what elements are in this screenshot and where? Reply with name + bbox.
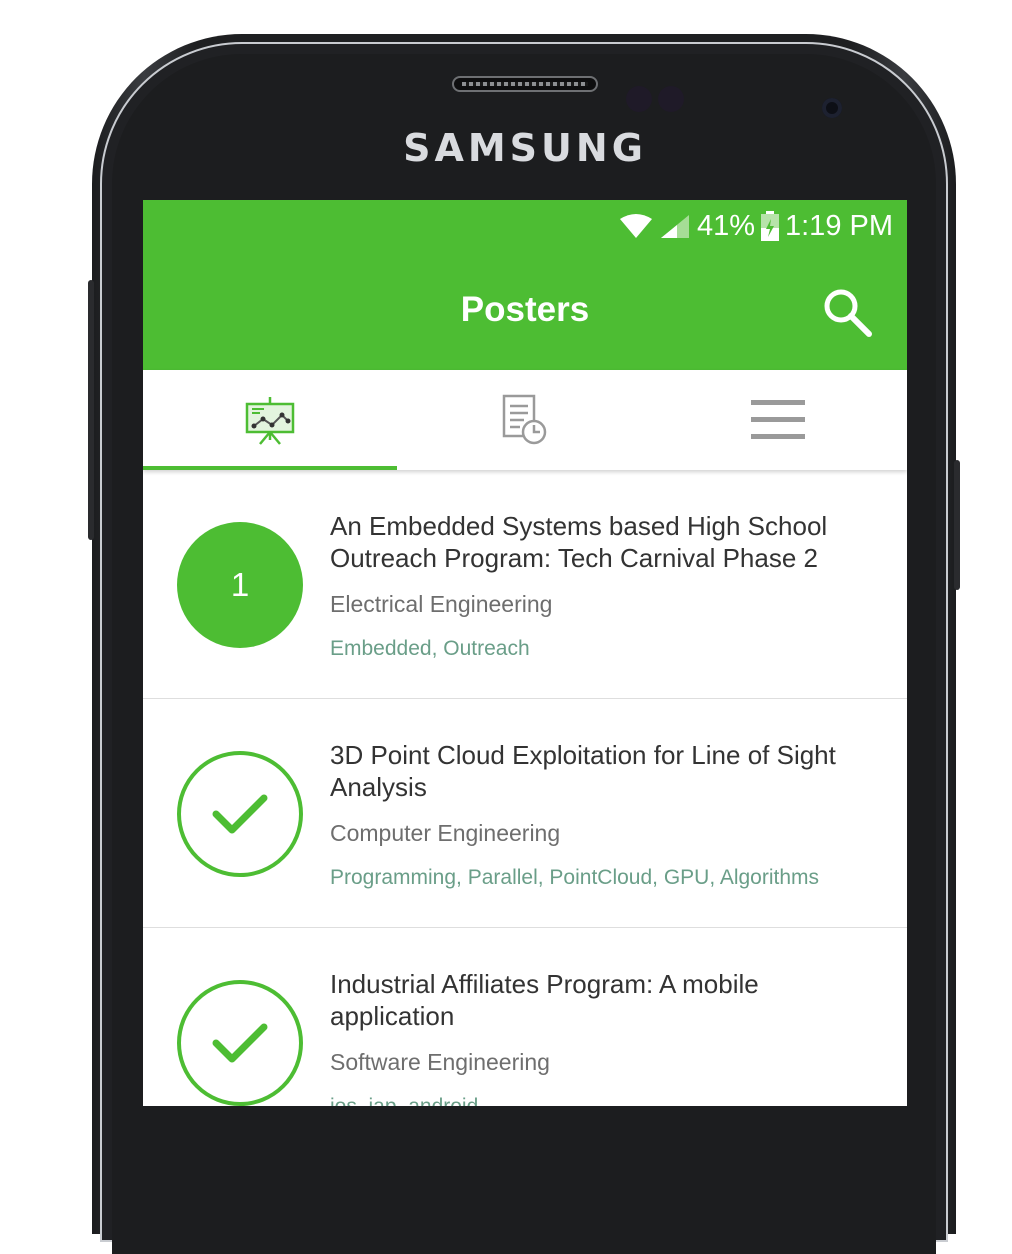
tab-bar [143, 370, 907, 470]
visited-badge [177, 980, 303, 1106]
presentation-board-icon [245, 397, 295, 445]
poster-department: Computer Engineering [330, 820, 561, 846]
app-bar: Posters [143, 252, 907, 370]
battery-percent: 41% [696, 209, 755, 242]
document-clock-icon [502, 394, 547, 445]
earpiece-speaker [452, 76, 598, 92]
list-item[interactable]: 3D Point Cloud Exploitation for Line of … [143, 699, 907, 928]
clock: 1:19 PM [785, 209, 893, 242]
wifi-icon [619, 214, 652, 238]
poster-department: Electrical Engineering [330, 591, 553, 617]
volume-button [88, 280, 94, 540]
poster-title: Industrial Affiliates Program: A mobile … [330, 969, 759, 1031]
proximity-sensor [626, 86, 652, 112]
power-button [954, 460, 960, 590]
tab-schedule[interactable] [397, 370, 651, 470]
list-item[interactable]: Industrial Affiliates Program: A mobile … [143, 928, 907, 1106]
app-screen: 41% 1:19 PM Posters 1 An Embedded System… [143, 200, 907, 1106]
light-sensor [658, 86, 684, 112]
battery-charging-icon [761, 211, 779, 241]
checkmark-icon [212, 794, 268, 834]
rank-badge: 1 [177, 522, 303, 648]
poster-department: Software Engineering [330, 1049, 550, 1075]
status-indicators: 41% 1:19 PM [619, 208, 893, 244]
status-bar: 41% 1:19 PM [143, 200, 907, 252]
list-item[interactable]: 1 An Embedded Systems based High School … [143, 470, 907, 699]
checkmark-icon [212, 1023, 268, 1063]
poster-tags: Programming, Parallel, PointCloud, GPU, … [330, 866, 820, 889]
poster-title: An Embedded Systems based High School Ou… [330, 511, 828, 573]
active-tab-indicator [143, 466, 397, 470]
brand-logo: SAMSUNG [403, 126, 647, 170]
search-icon[interactable] [819, 284, 875, 340]
hamburger-menu-icon [751, 400, 805, 439]
front-camera-icon [822, 98, 842, 118]
signal-icon [660, 215, 689, 238]
tab-menu[interactable] [651, 370, 905, 470]
tab-posters[interactable] [143, 370, 397, 470]
poster-list: 1 An Embedded Systems based High School … [143, 470, 907, 1106]
poster-tags: Embedded, Outreach [330, 637, 530, 660]
poster-title: 3D Point Cloud Exploitation for Line of … [330, 740, 836, 802]
poster-tags: ios, iap, android [330, 1095, 478, 1106]
visited-badge [177, 751, 303, 877]
page-title: Posters [460, 290, 590, 329]
